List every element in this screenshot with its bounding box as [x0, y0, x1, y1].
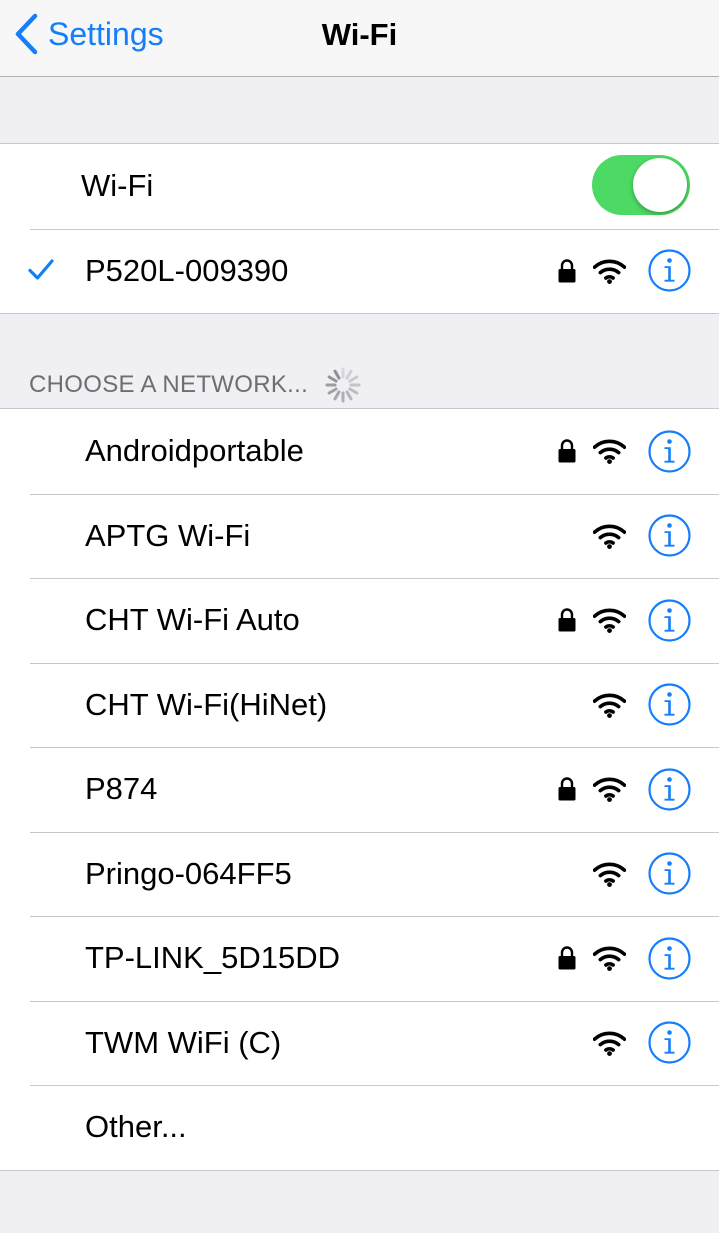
- wifi-toggle-label: Wi-Fi: [81, 168, 154, 204]
- info-icon[interactable]: [648, 683, 691, 726]
- network-row[interactable]: CHT Wi-Fi(HiNet): [0, 662, 719, 748]
- spinner-tick: [327, 387, 338, 395]
- checkmark-icon: [28, 258, 54, 280]
- wifi-signal-icon: [593, 607, 626, 633]
- wifi-status-group: Wi-Fi P520L-009390: [0, 143, 719, 314]
- spinner-tick: [333, 369, 341, 380]
- spinner-tick: [345, 390, 353, 401]
- network-row[interactable]: P874: [0, 747, 719, 832]
- info-icon[interactable]: [648, 430, 691, 473]
- wifi-signal-icon: [593, 861, 626, 887]
- lock-icon: [557, 776, 577, 802]
- spinner-tick: [345, 369, 353, 380]
- info-icon[interactable]: [648, 599, 691, 642]
- network-row[interactable]: CHT Wi-Fi Auto: [0, 578, 719, 663]
- info-icon[interactable]: [648, 937, 691, 980]
- network-name: CHT Wi-Fi(HiNet): [85, 686, 328, 722]
- network-name: Androidportable: [85, 433, 304, 469]
- wifi-signal-icon: [593, 438, 626, 464]
- section-header-label: CHOOSE A NETWORK...: [29, 371, 309, 398]
- connected-network-row[interactable]: P520L-009390: [0, 228, 719, 314]
- wifi-signal-icon: [593, 1030, 626, 1056]
- toggle-knob: [633, 158, 687, 212]
- network-name: TP-LINK_5D15DD: [85, 940, 340, 976]
- wifi-signal-icon: [593, 523, 626, 549]
- network-name: TWM WiFi (C): [85, 1024, 282, 1060]
- info-icon[interactable]: [648, 1021, 691, 1064]
- network-name: APTG Wi-Fi: [85, 517, 251, 553]
- wifi-signal-icon: [593, 692, 626, 718]
- network-name: CHT Wi-Fi Auto: [85, 602, 300, 638]
- page-title: Wi-Fi: [321, 17, 398, 52]
- lock-icon: [557, 438, 577, 464]
- wifi-toggle-switch[interactable]: [592, 155, 690, 215]
- spinner-tick: [333, 390, 341, 401]
- loading-spinner-icon: [325, 367, 361, 403]
- spinner-tick: [327, 375, 338, 383]
- spinner-tick: [348, 375, 359, 383]
- info-icon[interactable]: [648, 249, 691, 292]
- other-network-row[interactable]: Other...: [0, 1085, 719, 1170]
- other-network-label: Other...: [85, 1109, 187, 1145]
- network-row[interactable]: Pringo-064FF5: [0, 831, 719, 917]
- network-row[interactable]: TP-LINK_5D15DD: [0, 916, 719, 1001]
- info-icon[interactable]: [648, 852, 691, 895]
- network-name: P874: [85, 771, 158, 807]
- lock-icon: [557, 945, 577, 971]
- connected-network-name: P520L-009390: [85, 252, 289, 288]
- wifi-signal-icon: [593, 945, 626, 971]
- lock-icon: [557, 607, 577, 633]
- spinner-tick: [348, 387, 359, 395]
- wifi-signal-icon: [593, 258, 626, 284]
- lock-icon: [557, 258, 577, 284]
- network-list: Androidportable APTG Wi-Fi CHT Wi-Fi Auto C…: [0, 408, 719, 1171]
- navigation-bar: Settings Wi-Fi: [0, 0, 719, 77]
- info-icon[interactable]: [648, 768, 691, 811]
- info-icon[interactable]: [648, 514, 691, 557]
- network-row[interactable]: APTG Wi-Fi: [0, 493, 719, 579]
- wifi-toggle-row: Wi-Fi: [0, 144, 719, 229]
- choose-network-header: CHOOSE A NETWORK...: [29, 366, 362, 404]
- network-name: Pringo-064FF5: [85, 855, 292, 891]
- wifi-signal-icon: [593, 776, 626, 802]
- network-row[interactable]: Androidportable: [0, 409, 719, 494]
- network-row[interactable]: TWM WiFi (C): [0, 1000, 719, 1086]
